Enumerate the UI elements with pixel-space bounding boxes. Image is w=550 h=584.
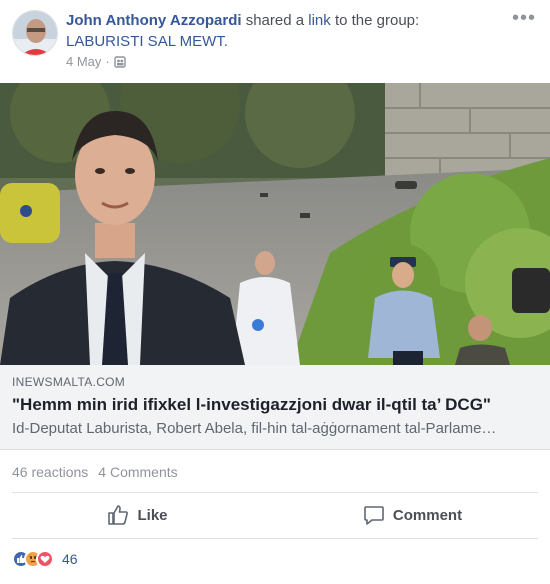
post-headline: John Anthony Azzopardi shared a link to … [66,10,498,52]
news-photo [0,83,550,365]
reaction-icons [12,550,54,568]
action-text-pre: shared a [245,12,305,29]
link-preview-image[interactable] [0,83,550,365]
post-meta: 4 May · [66,54,126,69]
comment-button[interactable]: Comment [275,494,550,536]
reaction-total: 46 [62,551,78,567]
post-stats: 46 reactions 4 Comments [12,464,538,484]
comment-icon [364,506,384,525]
shared-link[interactable]: link [308,12,331,29]
like-button[interactable]: Like [0,494,275,536]
thumbs-up-icon [108,505,129,525]
divider [12,492,538,493]
love-icon [36,550,54,568]
post-date[interactable]: 4 May [66,54,101,69]
group-icon [114,55,126,68]
comment-label: Comment [392,506,463,524]
link-domain: INEWSMALTA.COM [12,375,126,389]
avatar-image [13,11,57,55]
comments-count[interactable]: 4 Comments [98,464,177,484]
link-title[interactable]: "Hemm min irid ifixkel l-investigazzjoni… [12,395,538,415]
author-avatar[interactable] [12,10,58,56]
action-text-post: to the group: [334,12,420,29]
meta-separator: · [105,54,110,69]
more-options-icon[interactable]: ••• [512,8,536,28]
group-name[interactable]: LABURISTI SAL MEWT. [66,33,228,50]
like-label: Like [137,506,168,524]
reactions-count[interactable]: 46 reactions [12,464,88,484]
action-bar: Like Comment [0,494,550,536]
link-preview-card[interactable]: INEWSMALTA.COM "Hemm min irid ifixkel l-… [0,365,550,450]
divider [12,538,538,539]
author-name[interactable]: John Anthony Azzopardi [66,12,242,29]
reactions-summary[interactable]: 46 [12,548,78,570]
post-header: John Anthony Azzopardi shared a link to … [12,8,538,76]
link-description: Id-Deputat Laburista, Robert Abela, fil-… [12,420,497,437]
feed-post: John Anthony Azzopardi shared a link to … [0,0,550,584]
